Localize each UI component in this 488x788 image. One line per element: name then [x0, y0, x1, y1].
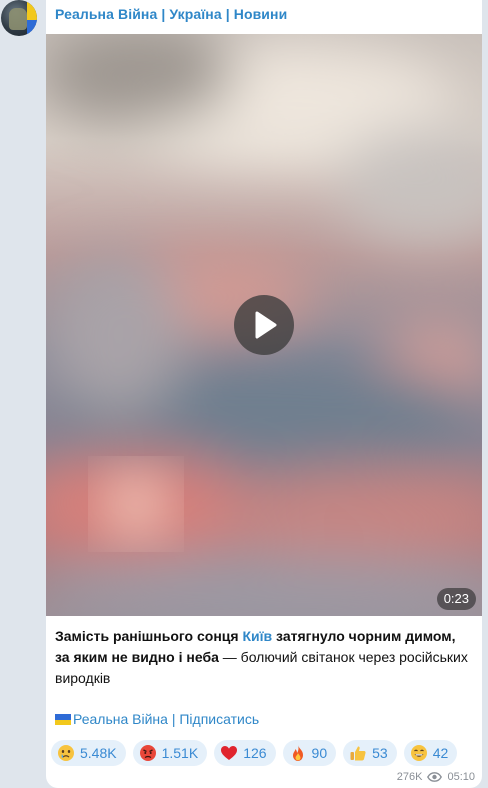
play-icon [255, 311, 277, 339]
hashtag-link[interactable]: Київ [242, 628, 272, 644]
channel-avatar[interactable] [1, 0, 37, 36]
message-bubble: Реальна Війна | Україна | Новини 0:23 За… [46, 0, 482, 788]
subscribe-link[interactable]: Реальна Війна | Підписатись [55, 711, 259, 727]
video-player[interactable]: 0:23 [46, 34, 482, 616]
reaction-thumbs-up[interactable]: 53 [343, 740, 397, 766]
crying-face-icon [58, 745, 74, 761]
subscribe-label[interactable]: Реальна Війна | Підписатись [73, 711, 259, 727]
eye-icon [427, 772, 443, 782]
fire-icon [292, 745, 303, 761]
reaction-heart[interactable]: 126 [214, 740, 276, 766]
reaction-grinning[interactable]: 42 [403, 740, 458, 766]
reaction-angry[interactable]: 1.51K [132, 740, 208, 766]
red-heart-icon [221, 746, 238, 760]
message-time: 05:10 [447, 771, 475, 783]
message-text: Замість ранішнього сонця Київ затягнуло … [55, 626, 473, 689]
reaction-crying[interactable]: 5.48K [51, 740, 126, 766]
reaction-count: 90 [311, 745, 328, 761]
avatar-figure [9, 8, 27, 30]
reaction-count: 1.51K [161, 745, 199, 761]
reaction-count: 126 [243, 745, 267, 761]
view-count: 276K [396, 771, 423, 783]
reactions-bar: 5.48K 1.51K 126 90 53 42 [51, 740, 458, 766]
reaction-count: 42 [432, 745, 449, 761]
message-meta: 276K 05:10 [397, 771, 475, 783]
ukraine-flag-icon [55, 714, 71, 725]
video-duration: 0:23 [436, 588, 476, 610]
reaction-count: 5.48K [80, 745, 117, 761]
reaction-fire[interactable]: 90 [282, 740, 337, 766]
play-button[interactable] [234, 295, 294, 355]
thumbs-up-icon [350, 746, 366, 761]
channel-name-link[interactable]: Реальна Війна | Україна | Новини [55, 6, 287, 22]
reaction-count: 53 [372, 745, 388, 761]
caption-bold-text: Замість ранішнього сонця [55, 628, 243, 644]
grinning-face-icon [410, 745, 427, 761]
angry-face-icon [139, 745, 156, 761]
